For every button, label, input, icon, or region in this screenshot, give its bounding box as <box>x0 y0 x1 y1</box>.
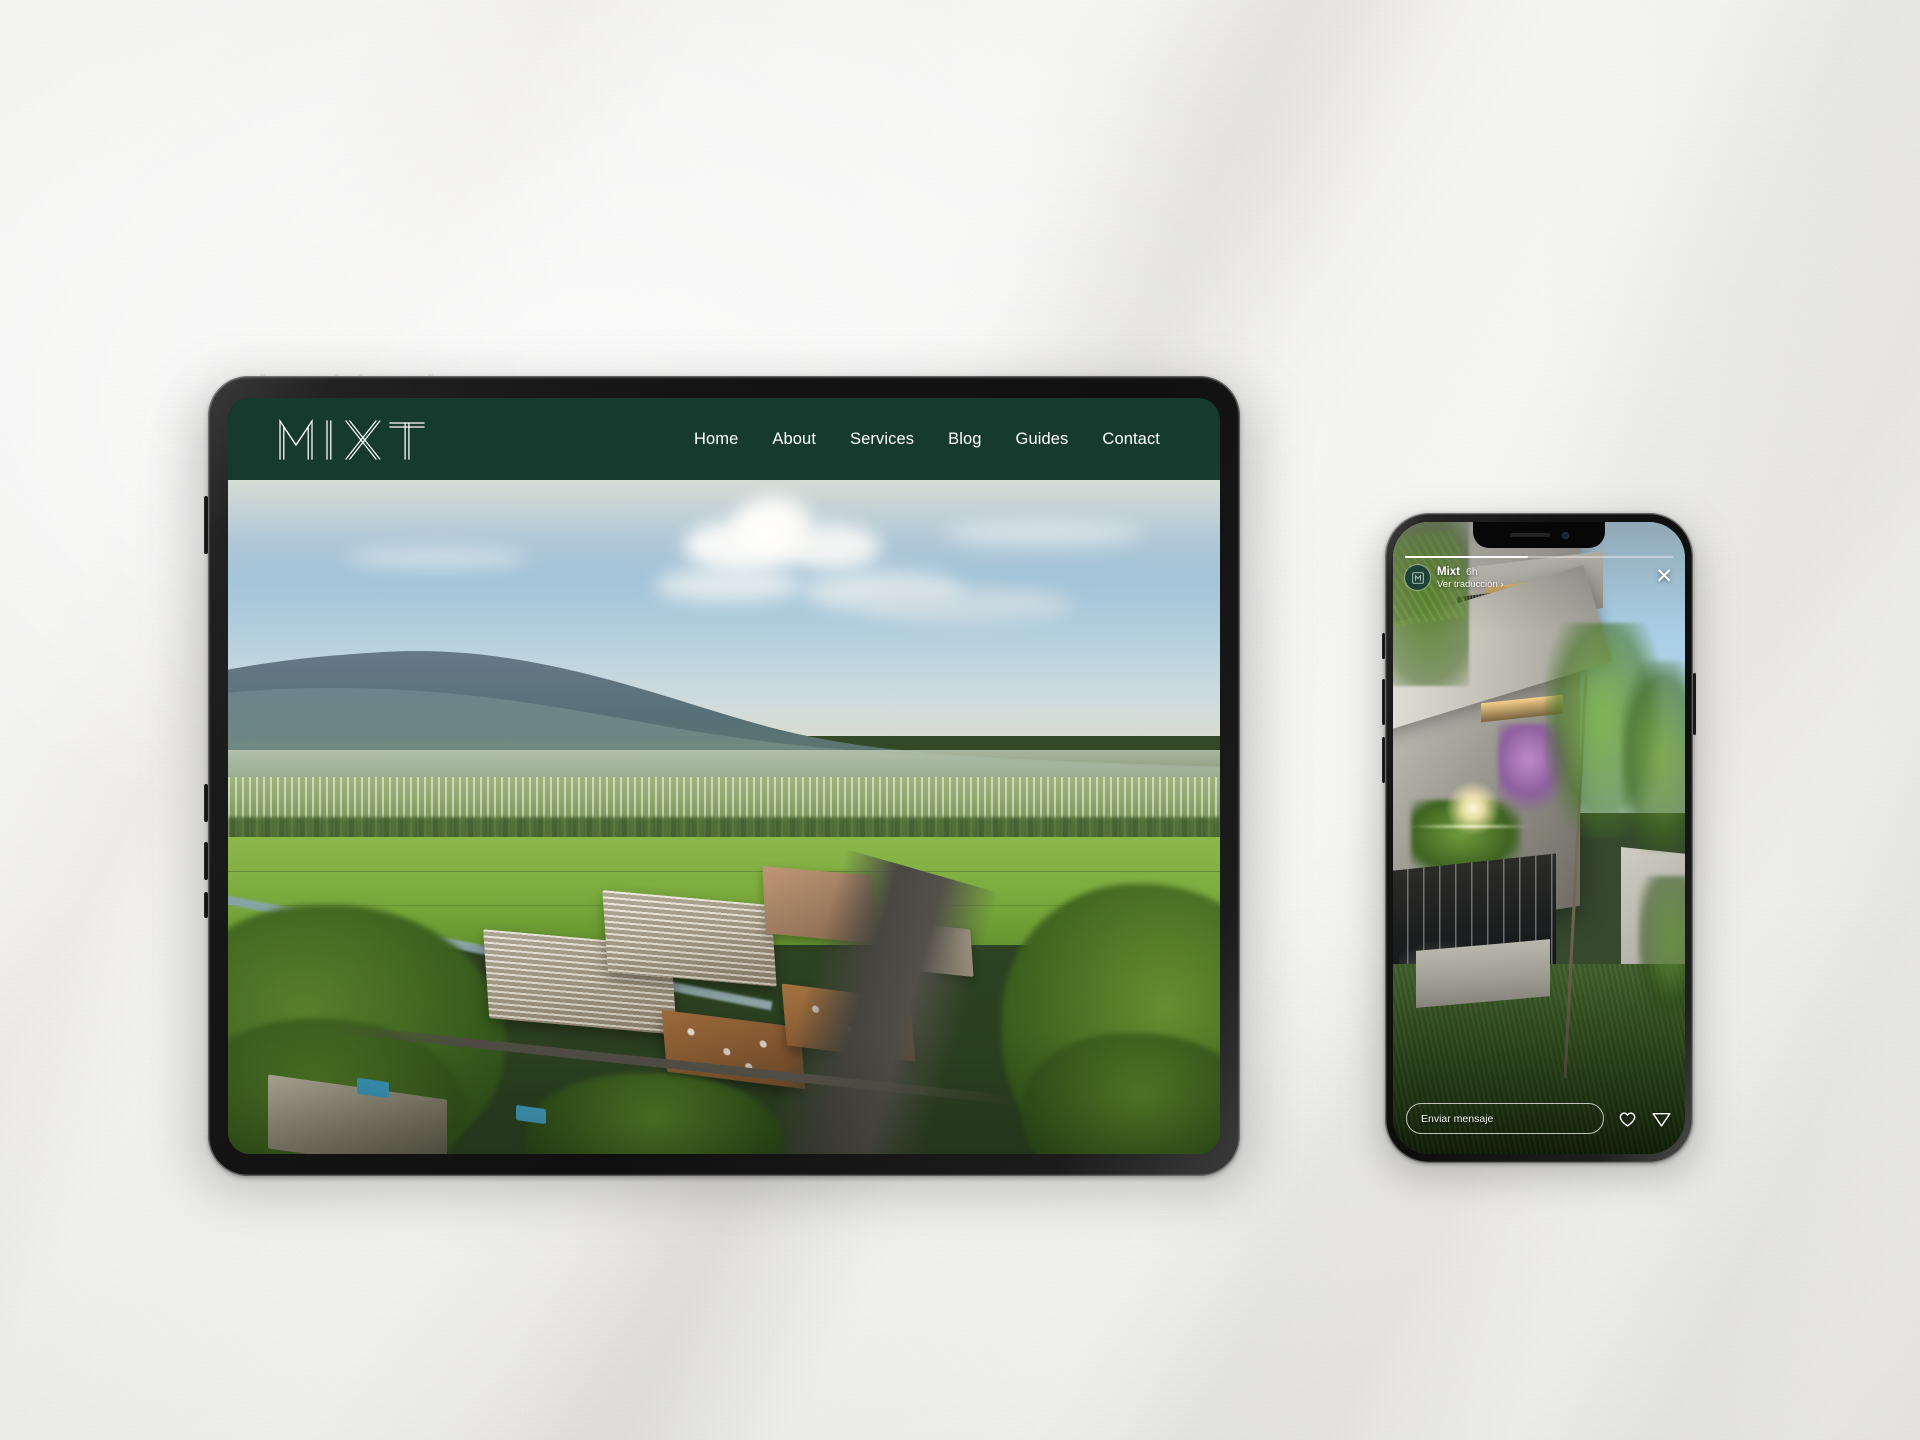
story-header: Mixt 6h Ver traducción › ✕ <box>1405 565 1673 590</box>
hero-aerial-image <box>228 480 1220 1154</box>
mixt-wordmark-icon <box>279 418 425 460</box>
mixt-avatar-icon <box>1411 571 1424 584</box>
site-nav-links: Home About Services Blog Guides Contact <box>694 430 1184 449</box>
nav-link-home[interactable]: Home <box>694 430 738 449</box>
phone-frame: Mixt 6h Ver traducción › ✕ Enviar mensaj… <box>1385 513 1693 1163</box>
story-username[interactable]: Mixt <box>1437 566 1460 578</box>
nav-link-about[interactable]: About <box>772 430 816 449</box>
story-avatar[interactable] <box>1405 565 1430 590</box>
heart-icon[interactable] <box>1617 1108 1638 1129</box>
hero-foreground-trees <box>525 1073 784 1154</box>
story-progress-bar[interactable] <box>1405 556 1673 558</box>
story-timestamp: 6h <box>1466 566 1478 578</box>
send-icon[interactable] <box>1651 1108 1672 1129</box>
close-icon[interactable]: ✕ <box>1655 565 1673 587</box>
story-image <box>1393 522 1685 1154</box>
tablet-frame: Home About Services Blog Guides Contact <box>208 376 1240 1176</box>
message-input-placeholder: Enviar mensaje <box>1421 1112 1494 1125</box>
phone-device: Mixt 6h Ver traducción › ✕ Enviar mensaj… <box>1377 513 1701 1179</box>
phone-screen: Mixt 6h Ver traducción › ✕ Enviar mensaj… <box>1393 522 1685 1154</box>
nav-link-contact[interactable]: Contact <box>1102 430 1160 449</box>
story-translate-link[interactable]: Ver traducción › <box>1437 579 1504 590</box>
story-footer: Enviar mensaje <box>1406 1103 1672 1134</box>
nav-link-blog[interactable]: Blog <box>948 430 981 449</box>
story-vignette <box>1393 522 1685 1154</box>
nav-link-guides[interactable]: Guides <box>1016 430 1069 449</box>
story-translate-label: Ver traducción <box>1437 579 1498 590</box>
hero-cloud <box>783 523 880 570</box>
phone-power-button[interactable] <box>1693 673 1696 735</box>
tablet-device: Home About Services Blog Guides Contact <box>194 374 1256 1194</box>
site-logo[interactable] <box>272 411 452 467</box>
story-progress-fill <box>1405 556 1529 558</box>
hero-field-divider <box>228 870 1220 872</box>
hero-pool <box>515 1104 546 1124</box>
message-input[interactable]: Enviar mensaje <box>1406 1103 1604 1134</box>
tablet-screen: Home About Services Blog Guides Contact <box>228 398 1220 1154</box>
phone-notch <box>1473 522 1605 548</box>
hero-apartment-floors <box>602 890 777 987</box>
site-navbar: Home About Services Blog Guides Contact <box>228 398 1220 480</box>
story-account-meta: Mixt 6h Ver traducción › <box>1437 565 1504 590</box>
story-account-row: Mixt 6h <box>1437 566 1504 578</box>
instagram-story: Mixt 6h Ver traducción › ✕ Enviar mensaj… <box>1393 522 1685 1154</box>
nav-link-services[interactable]: Services <box>850 430 914 449</box>
website-viewport: Home About Services Blog Guides Contact <box>228 398 1220 1154</box>
front-camera-icon <box>1561 531 1569 539</box>
chevron-right-icon: › <box>1500 579 1504 590</box>
earpiece-speaker-icon <box>1509 533 1550 537</box>
